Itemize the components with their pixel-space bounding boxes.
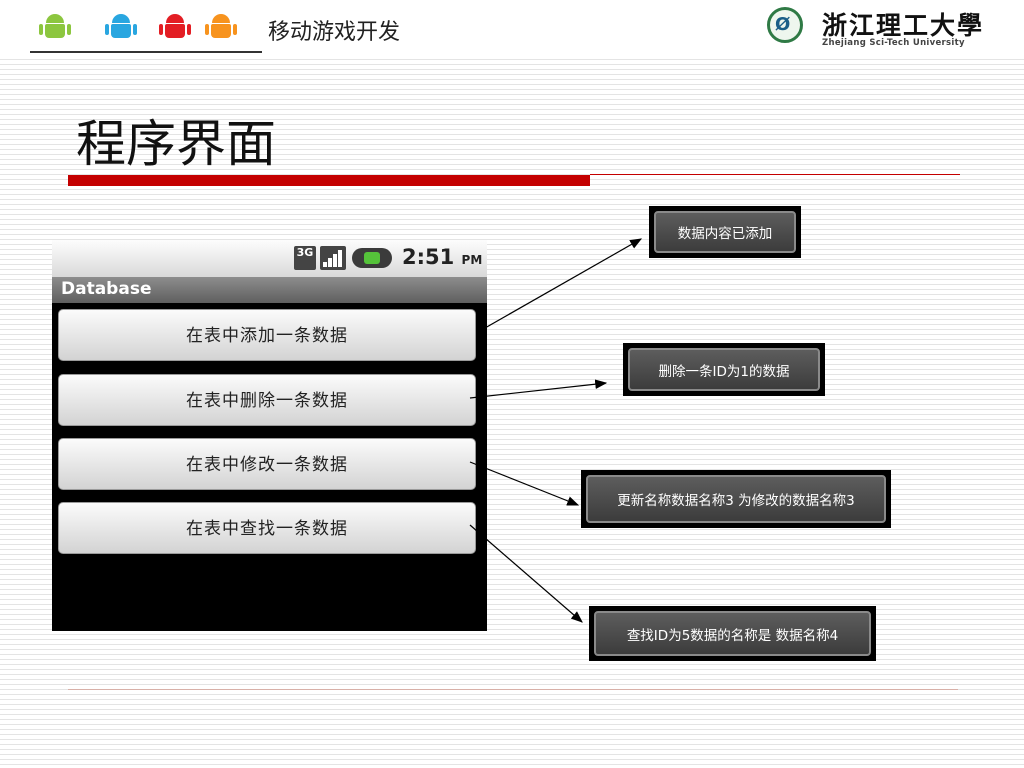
course-title: 移动游戏开发 — [268, 20, 401, 45]
android-mascot-icon — [159, 14, 191, 40]
toast-deleted-text: 删除一条ID为1的数据 — [628, 348, 820, 391]
toast-updated: 更新名称数据名称3 为修改的数据名称3 — [581, 470, 891, 528]
toast-queried-text: 查找ID为5数据的名称是 数据名称4 — [594, 611, 871, 656]
delete-record-button[interactable]: 在表中删除一条数据 — [58, 374, 476, 426]
toast-deleted: 删除一条ID为1的数据 — [623, 343, 825, 396]
toast-added-text: 数据内容已添加 — [654, 211, 796, 253]
signal-strength-icon — [320, 246, 346, 270]
status-time: 2:51 PM — [402, 245, 482, 269]
android-mascot-icon — [39, 14, 71, 40]
phone-screen: 3G 2:51 PM Database 在表中添加一条数据 在表中删除一条数据 … — [52, 240, 487, 631]
android-mascot-icon — [205, 14, 237, 40]
university-name-en: Zhejiang Sci-Tech University — [822, 38, 965, 48]
query-record-button[interactable]: 在表中查找一条数据 — [58, 502, 476, 554]
arrow-to-toast-deleted — [469, 379, 608, 399]
toast-updated-text: 更新名称数据名称3 为修改的数据名称3 — [586, 475, 886, 523]
university-logo-icon: Ø — [767, 7, 803, 43]
arrow-to-toast-added — [484, 238, 643, 329]
status-ampm: PM — [461, 253, 483, 267]
status-bar: 3G 2:51 PM — [52, 240, 487, 277]
title-red-bar — [68, 175, 590, 186]
android-mascot-icon — [105, 14, 137, 40]
university-name: 浙江理工大學 — [822, 11, 985, 40]
title-divider — [590, 174, 960, 175]
page-title: 程序界面 — [76, 115, 276, 173]
update-record-button[interactable]: 在表中修改一条数据 — [58, 438, 476, 490]
toast-queried: 查找ID为5数据的名称是 数据名称4 — [589, 606, 876, 661]
status-clock: 2:51 — [402, 245, 455, 269]
network-3g-icon: 3G — [294, 246, 316, 270]
header-underline — [30, 51, 262, 53]
app-title-bar: Database — [52, 277, 487, 303]
toast-added: 数据内容已添加 — [649, 206, 801, 258]
app-title: Database — [61, 279, 152, 299]
footer-divider — [68, 689, 958, 690]
battery-icon — [352, 248, 392, 268]
add-record-button[interactable]: 在表中添加一条数据 — [58, 309, 476, 361]
